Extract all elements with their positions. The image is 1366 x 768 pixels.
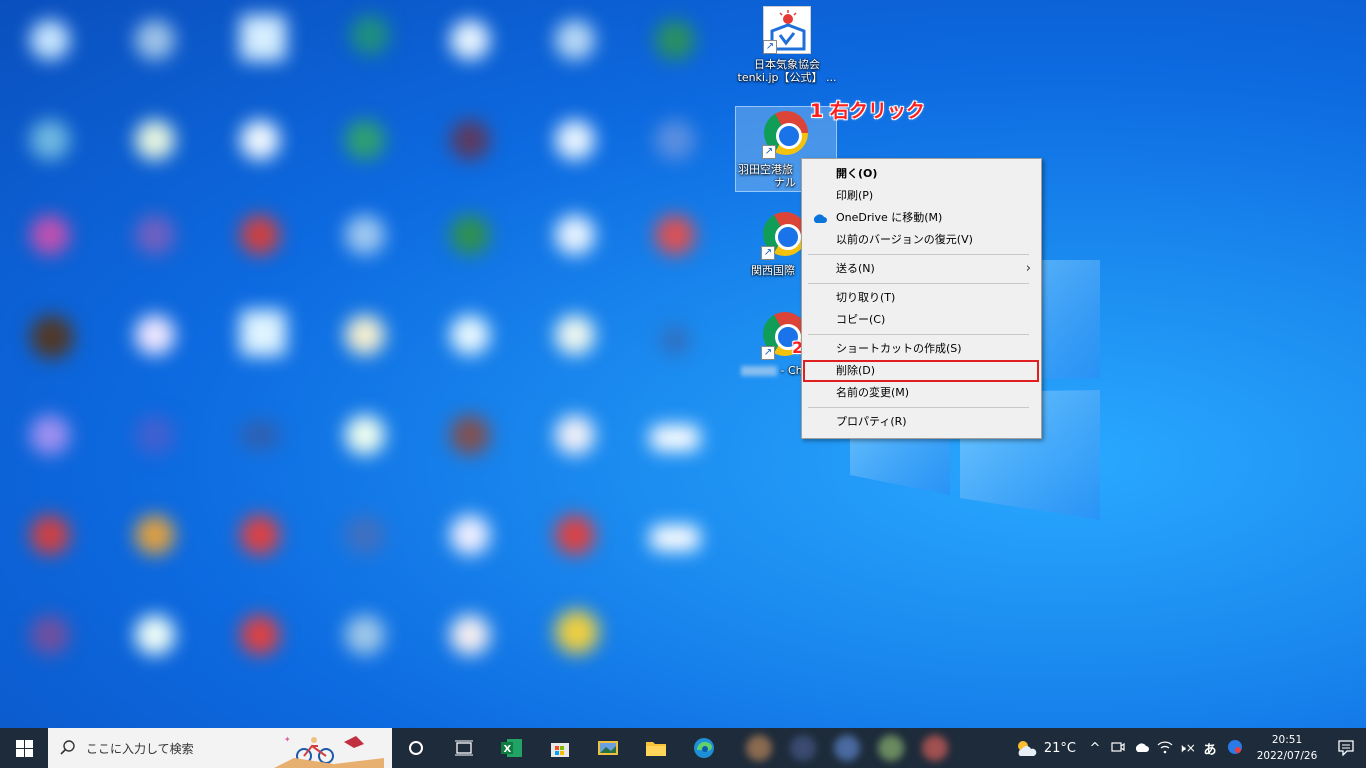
menu-separator	[808, 254, 1029, 255]
menu-item-label: 開く(O)	[836, 167, 878, 180]
menu-item-label: ショートカットの作成(S)	[836, 342, 962, 355]
menu-item-label: 以前のバージョンの復元(V)	[836, 233, 973, 246]
cloud-icon	[1135, 743, 1149, 752]
notification-icon	[1338, 740, 1354, 756]
chrome-icon: ↗	[762, 111, 810, 159]
folder-icon	[646, 742, 666, 756]
taskbar-edge[interactable]	[680, 728, 728, 768]
menu-item-move-to-onedrive[interactable]: OneDrive に移動(M)	[802, 207, 1041, 229]
desktop-icon-label: 日本気象協会	[754, 58, 820, 71]
shortcut-arrow-icon: ↗	[761, 246, 775, 260]
menu-item-label: 印刷(P)	[836, 189, 874, 202]
show-hidden-icons-button[interactable]: ^	[1084, 741, 1106, 756]
taskbar-photos[interactable]	[584, 728, 632, 768]
chevron-up-icon: ^	[1089, 740, 1101, 756]
menu-item-open[interactable]: 開く(O)	[802, 163, 1041, 185]
clock-date: 2022/07/26	[1256, 750, 1318, 762]
menu-item-label: 送る(N)	[836, 262, 875, 275]
search-highlight-illustration: ✦	[274, 735, 384, 768]
clock-time: 20:51	[1271, 734, 1303, 746]
desktop-icon-tenki[interactable]: ↗ 日本気象協会 tenki.jp【公式】 ...	[737, 6, 837, 84]
taskbar: ここに入力して検索 ✦ X 21°C ^ 🕨× あ 20:51 2022/07/…	[0, 728, 1366, 768]
blurred-label	[741, 366, 777, 376]
menu-item-label: プロパティ(R)	[836, 415, 907, 428]
shortcut-arrow-icon: ↗	[762, 145, 776, 159]
action-center-button[interactable]	[1326, 740, 1366, 756]
colorful-circle-icon	[1228, 739, 1242, 754]
camera-icon	[1111, 741, 1125, 752]
menu-separator	[808, 407, 1029, 408]
partly-cloudy-icon	[1017, 741, 1037, 756]
menu-item-print[interactable]: 印刷(P)	[802, 185, 1041, 207]
cortana-circle-icon	[409, 741, 423, 755]
speaker-muted-icon: 🕨×	[1178, 740, 1196, 755]
task-view-icon	[455, 740, 473, 756]
chevron-right-icon: ›	[1025, 261, 1031, 276]
shortcut-arrow-icon: ↗	[763, 40, 777, 54]
menu-item-cut[interactable]: 切り取り(T)	[802, 287, 1041, 309]
windows-start-icon	[15, 739, 33, 757]
taskbar-clock[interactable]: 20:51 2022/07/26	[1248, 732, 1326, 764]
ime-indicator[interactable]: あ	[1198, 739, 1222, 758]
menu-item-properties[interactable]: プロパティ(R)	[802, 411, 1041, 433]
task-view-button[interactable]	[440, 728, 488, 768]
cortana-button[interactable]	[392, 728, 440, 768]
svg-text:X: X	[504, 744, 512, 755]
context-menu: 開く(O) 印刷(P) OneDrive に移動(M) 以前のバージョンの復元(…	[801, 158, 1042, 439]
onedrive-cloud-icon	[813, 214, 827, 223]
blurred-desktop-icons	[0, 0, 735, 728]
store-icon	[551, 743, 569, 757]
taskbar-store[interactable]	[536, 728, 584, 768]
edge-icon	[694, 738, 714, 758]
menu-item-label: 名前の変更(M)	[836, 386, 910, 399]
taskbar-blurred-apps	[746, 735, 948, 761]
excel-icon: X	[501, 739, 522, 757]
camera-tray-icon[interactable]	[1106, 740, 1130, 757]
menu-item-rename[interactable]: 名前の変更(M)	[802, 382, 1041, 404]
photos-app-icon	[598, 741, 618, 755]
weather-widget[interactable]: 21°C	[1006, 739, 1084, 757]
search-placeholder: ここに入力して検索	[86, 741, 194, 756]
desktop-icon-label: - Ch	[780, 364, 803, 377]
svg-text:✦: ✦	[284, 735, 291, 744]
menu-item-create-shortcut[interactable]: ショートカットの作成(S)	[802, 338, 1041, 360]
taskbar-excel[interactable]: X	[488, 728, 536, 768]
menu-item-label: コピー(C)	[836, 313, 886, 326]
shortcut-arrow-icon: ↗	[761, 346, 775, 360]
menu-item-send-to[interactable]: 送る(N) ›	[802, 258, 1041, 280]
menu-separator	[808, 283, 1029, 284]
edge-profile-tray-icon[interactable]	[1222, 739, 1248, 758]
taskbar-file-explorer[interactable]	[632, 728, 680, 768]
desktop-icon-label: tenki.jp【公式】 ...	[737, 71, 837, 84]
volume-tray-icon[interactable]: 🕨×	[1176, 741, 1198, 756]
weather-temperature: 21°C	[1043, 740, 1076, 756]
menu-item-restore-previous-versions[interactable]: 以前のバージョンの復元(V)	[802, 229, 1041, 251]
menu-item-label: OneDrive に移動(M)	[836, 211, 943, 224]
menu-separator	[808, 334, 1029, 335]
search-icon	[60, 740, 75, 755]
menu-item-copy[interactable]: コピー(C)	[802, 309, 1041, 331]
wifi-icon	[1157, 741, 1173, 753]
annotation-step1: 1 右クリック	[810, 100, 925, 122]
network-tray-icon[interactable]	[1154, 740, 1176, 757]
ime-mode-label: あ	[1203, 742, 1217, 758]
system-tray: 21°C ^ 🕨× あ 20:51 2022/07/26	[1006, 728, 1366, 768]
menu-item-label: 切り取り(T)	[836, 291, 896, 304]
taskbar-search-box[interactable]: ここに入力して検索 ✦	[48, 728, 392, 768]
delete-highlight-box	[803, 360, 1039, 382]
onedrive-tray-icon[interactable]	[1130, 741, 1154, 755]
desktop: ↗ 日本気象協会 tenki.jp【公式】 ... ↗ 羽田空港旅 ナル ↗ 関…	[0, 0, 1366, 728]
start-button[interactable]	[0, 728, 48, 768]
tenki-app-icon: ↗	[763, 6, 811, 54]
